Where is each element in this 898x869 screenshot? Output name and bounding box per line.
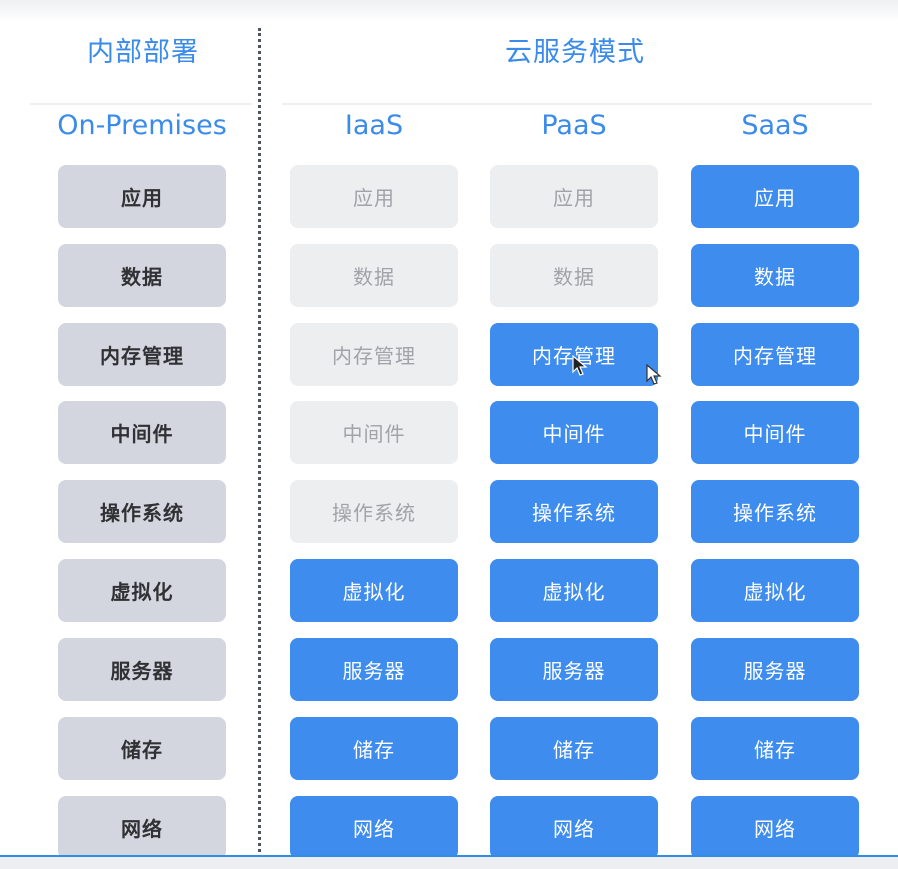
layer-cell-onpremises: 数据 — [58, 244, 226, 307]
layer-cell-onpremises: 内存管理 — [58, 323, 226, 386]
layer-cell-iaas: 虚拟化 — [290, 559, 458, 622]
layer-cell-saas: 内存管理 — [691, 323, 859, 386]
cloud-group-title: 云服务模式 — [505, 37, 645, 68]
layer-cell-iaas: 网络 — [290, 796, 458, 859]
on-premises-group-title: 内部部署 — [87, 37, 199, 68]
layer-cell-onpremises: 虚拟化 — [58, 559, 226, 622]
layer-cell-saas: 数据 — [691, 244, 859, 307]
layer-cell-paas: 储存 — [490, 717, 658, 780]
layer-cell-saas: 应用 — [691, 165, 859, 228]
bottom-bar — [0, 855, 898, 869]
layer-cell-saas: 操作系统 — [691, 480, 859, 543]
cloud-underline — [282, 103, 872, 105]
layer-cell-onpremises: 应用 — [58, 165, 226, 228]
mouse-cursor-icon — [572, 355, 588, 376]
layer-cell-iaas: 数据 — [290, 244, 458, 307]
layer-cell-iaas: 中间件 — [290, 401, 458, 464]
layer-cell-paas: 网络 — [490, 796, 658, 859]
layer-cell-saas: 中间件 — [691, 401, 859, 464]
layer-cell-paas: 中间件 — [490, 401, 658, 464]
dotted-divider — [258, 28, 261, 858]
layer-cell-iaas: 操作系统 — [290, 480, 458, 543]
on-premises-underline — [30, 103, 252, 105]
layer-cell-saas: 储存 — [691, 717, 859, 780]
column-header-iaas: IaaS — [344, 110, 404, 141]
layer-cell-paas: 操作系统 — [490, 480, 658, 543]
layer-cell-onpremises: 网络 — [58, 796, 226, 859]
layer-cell-paas: 服务器 — [490, 638, 658, 701]
layer-cell-iaas: 应用 — [290, 165, 458, 228]
layer-cell-saas: 服务器 — [691, 638, 859, 701]
layer-cell-paas: 应用 — [490, 165, 658, 228]
layer-cell-saas: 虚拟化 — [691, 559, 859, 622]
layer-cell-onpremises: 储存 — [58, 717, 226, 780]
layer-cell-iaas: 储存 — [290, 717, 458, 780]
layer-cell-saas: 网络 — [691, 796, 859, 859]
layer-cell-paas: 虚拟化 — [490, 559, 658, 622]
column-header-paas: PaaS — [541, 110, 607, 141]
layer-cell-onpremises: 服务器 — [58, 638, 226, 701]
top-shade — [0, 0, 898, 22]
column-header-onpremises: On-Premises — [57, 110, 227, 141]
layer-cell-paas: 数据 — [490, 244, 658, 307]
layer-cell-onpremises: 操作系统 — [58, 480, 226, 543]
layer-cell-iaas: 内存管理 — [290, 323, 458, 386]
mouse-cursor-icon — [646, 364, 662, 385]
layer-cell-onpremises: 中间件 — [58, 401, 226, 464]
layer-cell-iaas: 服务器 — [290, 638, 458, 701]
column-header-saas: SaaS — [741, 110, 809, 141]
